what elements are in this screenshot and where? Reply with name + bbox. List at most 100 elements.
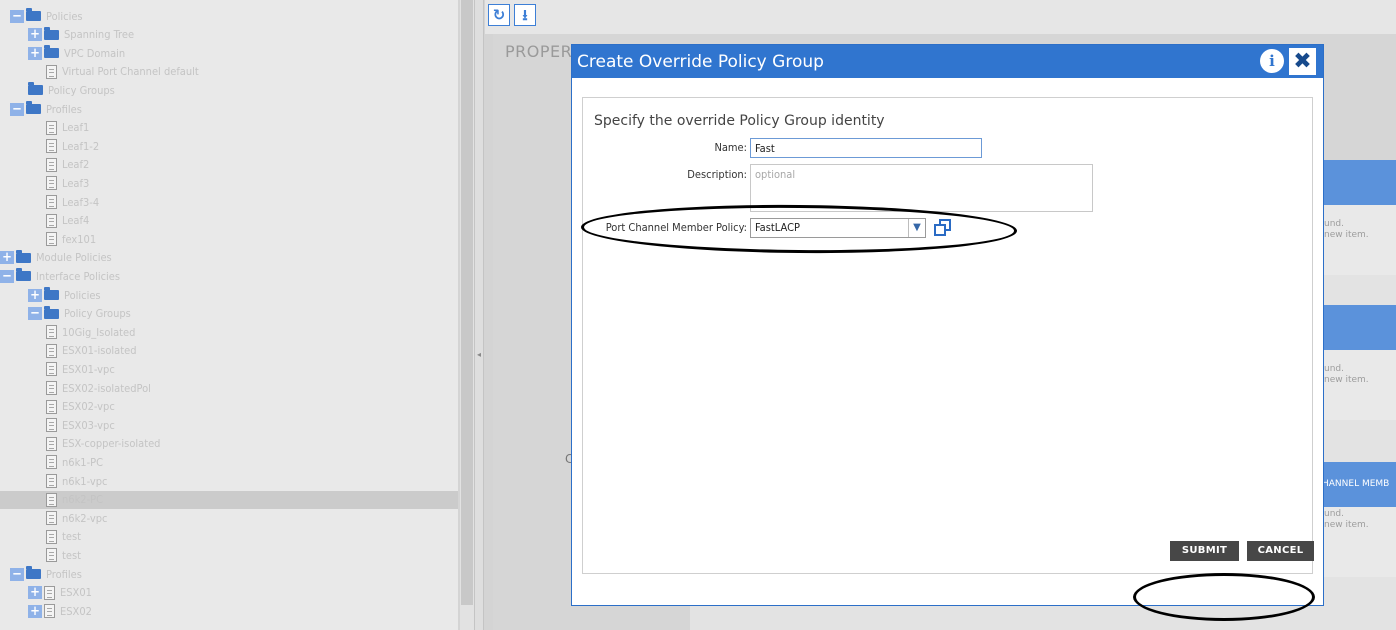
tree-node-label: n6k1-PC <box>62 455 104 469</box>
tree-node[interactable]: 10Gig_Isolated <box>0 323 458 341</box>
document-icon <box>46 213 57 228</box>
pane-splitter[interactable] <box>474 0 484 630</box>
tree-node[interactable]: Leaf4 <box>0 212 458 230</box>
tree-node-label: VPC Domain <box>64 46 126 60</box>
tree-node[interactable]: − Policies <box>0 7 458 25</box>
tree-node[interactable]: − Profiles <box>0 565 458 583</box>
section-band <box>1318 305 1396 350</box>
tree-node-label: Virtual Port Channel default <box>62 65 199 79</box>
document-icon <box>46 64 57 79</box>
tree-scrollbar-thumb[interactable] <box>461 0 473 605</box>
description-label: Description: <box>687 168 747 181</box>
empty-table-note: und. new item. <box>1324 364 1369 385</box>
document-icon <box>46 436 57 451</box>
tree-node[interactable]: − Profiles <box>0 100 458 118</box>
tree-node[interactable]: ESX02-vpc <box>0 398 458 416</box>
tree-node[interactable]: ESX02-isolatedPol <box>0 379 458 397</box>
close-button[interactable]: ✖ <box>1289 48 1316 75</box>
info-button[interactable]: i <box>1260 49 1284 73</box>
tree-node[interactable]: Leaf2 <box>0 156 458 174</box>
tree-node-label: ESX01-isolated <box>62 344 137 358</box>
tree-node[interactable]: ESX01-vpc <box>0 360 458 378</box>
tree-node[interactable]: ESX03-vpc <box>0 416 458 434</box>
document-icon <box>46 232 57 247</box>
tree-node[interactable]: + VPC Domain <box>0 44 458 62</box>
collapse-icon[interactable]: − <box>28 307 42 321</box>
tree-node-label: Profiles <box>46 102 82 116</box>
document-icon <box>46 474 57 488</box>
tree-node-label: n6k2-vpc <box>62 511 108 525</box>
create-policy-button[interactable] <box>932 218 951 236</box>
document-icon <box>46 511 57 526</box>
name-input[interactable] <box>750 138 982 158</box>
refresh-button[interactable]: ↻ <box>488 4 510 26</box>
document-icon <box>46 548 57 563</box>
collapse-icon[interactable]: − <box>10 102 24 116</box>
empty-table-note: und. new item. <box>1324 219 1369 240</box>
tree-node[interactable]: Leaf1-2 <box>0 137 458 155</box>
tree-node[interactable]: Virtual Port Channel default <box>0 63 458 81</box>
tree-node[interactable]: ESX-copper-isolated <box>0 435 458 453</box>
port-channel-member-band: HANNEL MEMB <box>1318 462 1396 507</box>
expand-icon[interactable]: + <box>28 28 42 42</box>
collapse-icon[interactable]: − <box>10 567 24 581</box>
tree-node[interactable]: + Spanning Tree <box>0 26 458 44</box>
tree-node[interactable]: n6k1-vpc <box>0 472 458 490</box>
collapse-icon[interactable]: − <box>10 9 24 23</box>
content-toolbar <box>485 0 1396 34</box>
document-icon <box>46 418 57 433</box>
tree-node[interactable]: n6k1-PC <box>0 453 458 471</box>
tree-node[interactable]: Leaf3-4 <box>0 193 458 211</box>
tree-node-label: Leaf3 <box>62 176 90 190</box>
tree-node-label: Interface Policies <box>36 269 121 283</box>
tree-node-label: Policies <box>64 288 101 302</box>
expand-icon[interactable]: + <box>0 251 14 265</box>
tree-node[interactable]: test <box>0 546 458 564</box>
chevron-down-icon[interactable]: ▼ <box>908 219 925 237</box>
folder-icon <box>26 101 41 114</box>
expand-icon[interactable]: + <box>28 46 42 60</box>
collapse-arrow-icon[interactable]: ◂ <box>477 350 481 359</box>
tree-node-label: Policy Groups <box>48 83 115 97</box>
document-icon <box>46 139 57 154</box>
tree-node[interactable]: Leaf3 <box>0 174 458 192</box>
tree-node[interactable]: ESX01-isolated <box>0 342 458 360</box>
folder-icon <box>16 249 31 263</box>
submit-button[interactable]: SUBMIT <box>1170 541 1239 561</box>
tree-node[interactable]: + ESX01 <box>0 584 458 602</box>
folder-icon <box>44 287 59 300</box>
collapse-icon[interactable]: − <box>0 269 14 283</box>
dialog-title: Create Override Policy Group <box>577 52 824 72</box>
expand-icon[interactable]: + <box>28 586 42 600</box>
tree-node[interactable]: n6k2-PC <box>0 490 458 509</box>
tree-node-label: ESX02 <box>60 604 92 618</box>
document-icon <box>46 362 57 377</box>
tree-node[interactable]: − Interface Policies <box>0 267 458 285</box>
tree-node[interactable]: n6k2-vpc <box>0 509 458 527</box>
tree-node[interactable]: Policy Groups <box>0 81 458 99</box>
tree-node[interactable]: + Policies <box>0 286 458 304</box>
download-button[interactable]: ⭳ <box>514 4 536 26</box>
selected-value: FastLACP <box>755 221 800 234</box>
tree-node-label: n6k1-vpc <box>62 474 108 488</box>
tree-node[interactable]: Leaf1 <box>0 119 458 137</box>
tree-node[interactable]: + Module Policies <box>0 249 458 267</box>
port-channel-member-policy-label: Port Channel Member Policy: <box>605 221 747 234</box>
cancel-button[interactable]: CANCEL <box>1247 541 1314 561</box>
tree-node[interactable]: + ESX02 <box>0 602 458 620</box>
tree-node-label: Leaf3-4 <box>62 195 100 209</box>
tree-node-label: ESX02-isolatedPol <box>62 381 151 395</box>
expand-icon[interactable]: + <box>28 288 42 302</box>
tree-node-label: Leaf1 <box>62 121 90 135</box>
tree-node[interactable]: − Policy Groups <box>0 305 458 323</box>
tree-node-label: test <box>62 548 82 562</box>
tree-node-label: Policies <box>46 9 83 23</box>
port-channel-member-policy-select[interactable]: FastLACP ▼ <box>750 218 926 238</box>
tree-node[interactable]: test <box>0 528 458 546</box>
tree-node[interactable]: fex101 <box>0 230 458 248</box>
description-input[interactable] <box>750 164 1093 212</box>
tree-node-label: Leaf4 <box>62 214 90 228</box>
document-icon <box>44 604 55 619</box>
close-icon: ✖ <box>1293 49 1312 74</box>
expand-icon[interactable]: + <box>28 604 42 618</box>
